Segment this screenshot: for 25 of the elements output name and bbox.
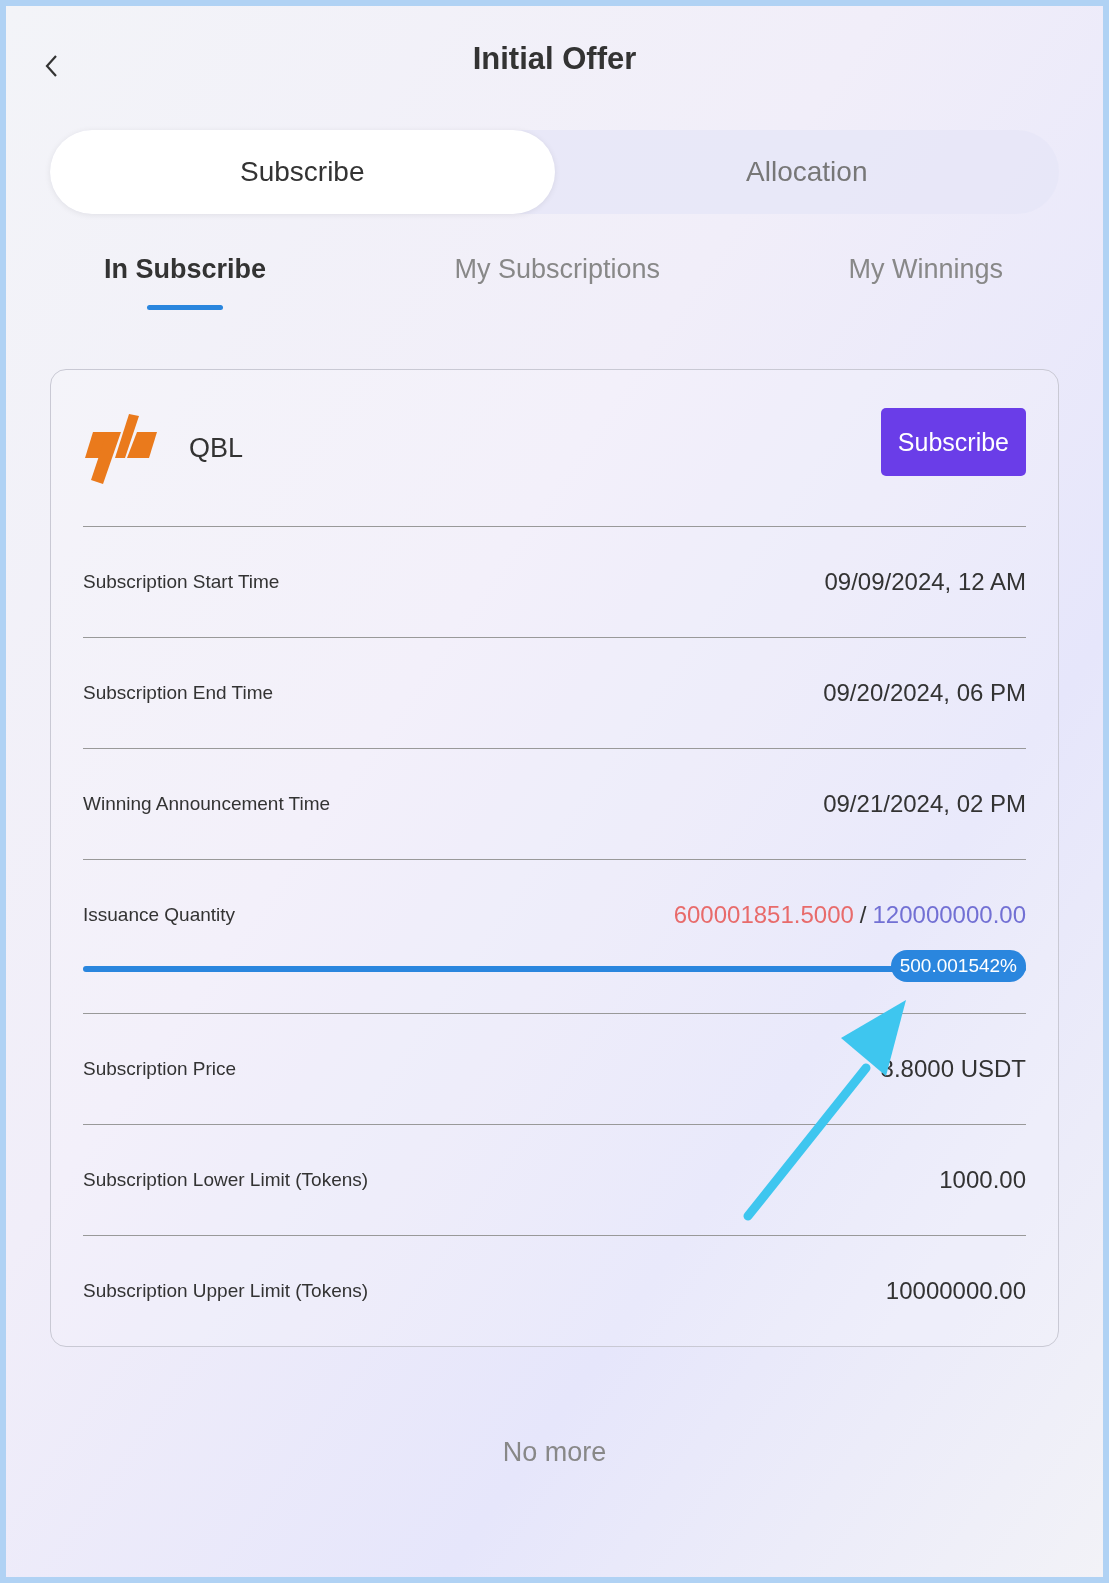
tab[interactable]: In Subscribe: [104, 248, 267, 310]
field-label: Winning Announcement Time: [83, 793, 331, 815]
field-value: 09/21/2024, 02 PM: [823, 790, 1026, 818]
page-title: Initial Offer: [472, 41, 637, 77]
field-label: Subscription End Time: [83, 682, 274, 704]
back-icon[interactable]: [44, 54, 58, 78]
tab[interactable]: My Subscriptions: [454, 248, 661, 310]
token-name: QBL: [189, 432, 245, 464]
field-label: Subscription Lower Limit (Tokens): [83, 1169, 369, 1191]
progress-badge: 500.001542%: [890, 950, 1026, 982]
field-value: 1000.00: [939, 1166, 1026, 1194]
tab[interactable]: Subscribe: [50, 130, 555, 214]
field-value: 10000000.00: [885, 1277, 1026, 1305]
subscribed-amount: 600001851.5000: [673, 901, 854, 929]
separator: /: [859, 901, 867, 929]
field-value: 09/20/2024, 06 PM: [823, 679, 1026, 707]
field-value: 09/09/2024, 12 AM: [824, 568, 1026, 596]
tab[interactable]: Allocation: [554, 130, 1059, 214]
field-label: Subscription Price: [83, 1058, 237, 1080]
field-label: Subscription Upper Limit (Tokens): [83, 1280, 369, 1302]
subscribe-button[interactable]: Subscribe: [880, 408, 1026, 476]
field-label: Subscription Start Time: [83, 571, 280, 593]
field-label: Issuance Quantity: [83, 904, 236, 926]
end-of-list-text: No more: [501, 1437, 608, 1468]
total-amount: 120000000.00: [872, 901, 1026, 929]
